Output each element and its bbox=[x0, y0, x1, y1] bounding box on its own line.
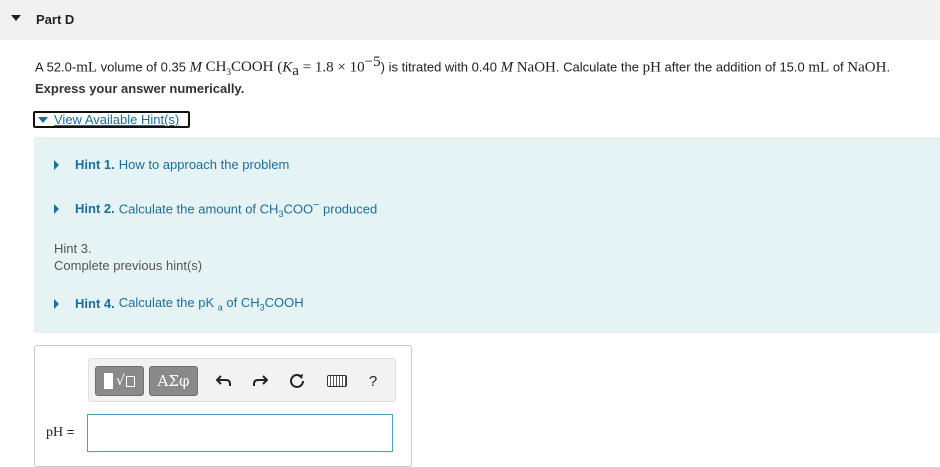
undo-button[interactable] bbox=[212, 366, 236, 396]
collapse-triangle-icon[interactable] bbox=[11, 15, 21, 21]
view-hints-label: View Available Hint(s) bbox=[54, 112, 180, 127]
help-button[interactable]: ? bbox=[361, 366, 385, 396]
redo-button[interactable] bbox=[248, 366, 272, 396]
hint-number: Hint 1. bbox=[75, 157, 115, 172]
expand-arrow-icon bbox=[54, 203, 59, 214]
square-root-icon: √ bbox=[116, 373, 135, 389]
question-text: A 52.0-mL volume of 0.35 M CH3COOH (Ka =… bbox=[35, 54, 891, 79]
chevron-down-icon bbox=[38, 116, 48, 123]
templates-button[interactable]: √ bbox=[95, 366, 144, 396]
ph-answer-input[interactable] bbox=[87, 414, 393, 452]
keyboard-button[interactable] bbox=[324, 366, 350, 396]
hints-panel: Hint 1. How to approach the problem Hint… bbox=[34, 137, 940, 333]
view-hints-button[interactable]: View Available Hint(s) bbox=[33, 111, 190, 128]
hint-number: Hint 3. bbox=[54, 241, 92, 256]
expand-arrow-icon bbox=[54, 159, 59, 170]
reset-icon bbox=[290, 374, 304, 388]
hint-3: Hint 3. Complete previous hint(s) bbox=[54, 240, 202, 274]
hint-2[interactable]: Hint 2. Calculate the amount of CH3COO− … bbox=[54, 199, 377, 219]
keyboard-icon bbox=[327, 375, 347, 387]
answer-label: pH = bbox=[46, 424, 75, 440]
greek-symbols-button[interactable]: ΑΣφ bbox=[149, 366, 198, 396]
answer-instructions: Express your answer numerically. bbox=[35, 81, 245, 96]
hint-1[interactable]: Hint 1. How to approach the problem bbox=[54, 157, 289, 172]
hint-4[interactable]: Hint 4. Calculate the pK a of CH3COOH bbox=[54, 295, 304, 313]
expand-arrow-icon bbox=[54, 298, 59, 309]
templates-icon bbox=[104, 373, 114, 389]
undo-icon bbox=[216, 375, 231, 386]
reset-button[interactable] bbox=[285, 366, 309, 396]
answer-box: √ ΑΣφ ? pH = bbox=[34, 345, 412, 467]
hint-title: Calculate the amount of CH3COO− produced bbox=[118, 199, 378, 219]
math-toolbar: √ ΑΣφ ? bbox=[88, 358, 396, 402]
hint-number: Hint 2. bbox=[75, 201, 115, 217]
hint-title: How to approach the problem bbox=[118, 157, 290, 172]
part-title: Part D bbox=[36, 12, 75, 27]
part-header[interactable]: Part D bbox=[0, 0, 940, 40]
hint-title: Calculate the pK a of CH3COOH bbox=[118, 295, 304, 313]
hint-locked-text: Complete previous hint(s) bbox=[54, 258, 203, 273]
hint-number: Hint 4. bbox=[75, 296, 115, 312]
redo-icon bbox=[253, 375, 268, 386]
